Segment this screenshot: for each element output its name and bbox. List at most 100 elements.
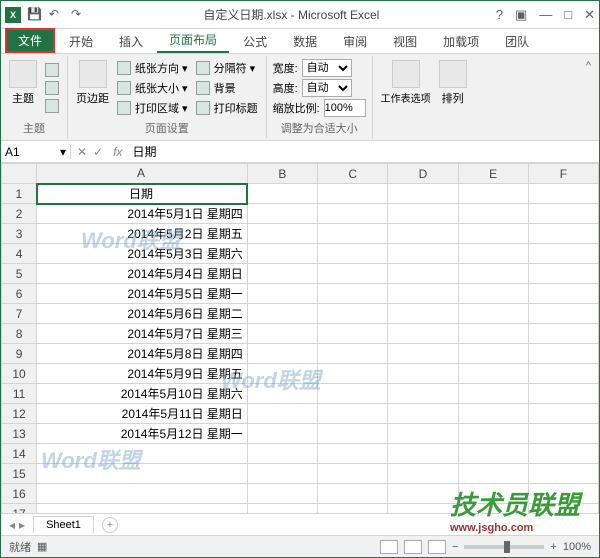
cell[interactable]	[528, 344, 598, 364]
tab-team[interactable]: 团队	[493, 30, 541, 53]
cell[interactable]	[388, 284, 458, 304]
cell[interactable]	[318, 364, 388, 384]
row-header[interactable]: 11	[2, 384, 37, 404]
cell[interactable]	[388, 224, 458, 244]
cell[interactable]	[318, 424, 388, 444]
cell[interactable]	[388, 504, 458, 514]
redo-icon[interactable]: ↷	[71, 7, 87, 23]
row-header[interactable]: 5	[2, 264, 37, 284]
cell[interactable]: 2014年5月9日 星期五	[37, 364, 248, 384]
print-titles-button[interactable]: 打印标题	[194, 99, 260, 117]
row-header[interactable]: 2	[2, 204, 37, 224]
cell[interactable]	[247, 504, 317, 514]
maximize-icon[interactable]: □	[564, 7, 572, 22]
cell[interactable]	[318, 304, 388, 324]
cell[interactable]	[528, 244, 598, 264]
cell[interactable]: 2014年5月12日 星期一	[37, 424, 248, 444]
cell[interactable]	[528, 464, 598, 484]
ribbon-options-icon[interactable]: ▣	[515, 7, 527, 23]
sheet-options-button[interactable]: 工作表选项	[379, 58, 433, 136]
cell[interactable]	[318, 184, 388, 204]
tab-nav-last-icon[interactable]: ▸	[19, 518, 25, 532]
row-header[interactable]: 17	[2, 504, 37, 514]
row-header[interactable]: 12	[2, 404, 37, 424]
cell[interactable]	[388, 304, 458, 324]
cell[interactable]	[458, 224, 528, 244]
cell[interactable]: 2014年5月1日 星期四	[37, 204, 248, 224]
cell[interactable]	[247, 324, 317, 344]
cell[interactable]	[528, 184, 598, 204]
cell[interactable]: 2014年5月4日 星期日	[37, 264, 248, 284]
select-all-corner[interactable]	[2, 164, 37, 184]
tab-formulas[interactable]: 公式	[231, 30, 279, 53]
page-layout-view-button[interactable]	[404, 540, 422, 554]
background-button[interactable]: 背景	[194, 79, 260, 97]
col-header-f[interactable]: F	[528, 164, 598, 184]
fx-icon[interactable]: fx	[109, 145, 126, 159]
cell[interactable]	[318, 264, 388, 284]
width-select[interactable]: 自动	[302, 59, 352, 77]
col-header-c[interactable]: C	[318, 164, 388, 184]
cell[interactable]	[318, 224, 388, 244]
tab-insert[interactable]: 插入	[107, 30, 155, 53]
tab-file[interactable]: 文件	[5, 28, 55, 53]
zoom-out-button[interactable]: −	[452, 541, 458, 553]
cell[interactable]: 2014年5月10日 星期六	[37, 384, 248, 404]
collapse-ribbon-icon[interactable]: ^	[578, 56, 599, 138]
cell[interactable]	[458, 304, 528, 324]
cell[interactable]	[528, 304, 598, 324]
cell[interactable]	[458, 264, 528, 284]
cell[interactable]	[247, 424, 317, 444]
row-header[interactable]: 15	[2, 464, 37, 484]
help-icon[interactable]: ?	[496, 7, 503, 22]
effects-button[interactable]	[43, 98, 61, 114]
colors-button[interactable]	[43, 62, 61, 78]
cell[interactable]	[528, 384, 598, 404]
cell[interactable]	[247, 344, 317, 364]
cell[interactable]	[247, 444, 317, 464]
col-header-e[interactable]: E	[458, 164, 528, 184]
cell[interactable]	[388, 464, 458, 484]
cell[interactable]	[388, 364, 458, 384]
row-header[interactable]: 6	[2, 284, 37, 304]
col-header-d[interactable]: D	[388, 164, 458, 184]
cell[interactable]	[388, 204, 458, 224]
themes-button[interactable]: 主题	[7, 58, 39, 118]
macro-icon[interactable]: ▦	[37, 540, 47, 553]
row-header[interactable]: 13	[2, 424, 37, 444]
height-select[interactable]: 自动	[302, 79, 352, 97]
cell[interactable]	[247, 304, 317, 324]
print-area-button[interactable]: 打印区域 ▾	[115, 99, 190, 117]
cell[interactable]	[318, 504, 388, 514]
cell[interactable]	[247, 404, 317, 424]
enter-icon[interactable]: ✓	[93, 145, 103, 159]
worksheet[interactable]: A B C D E F 1日期22014年5月1日 星期四32014年5月2日 …	[1, 163, 599, 513]
cancel-icon[interactable]: ✕	[77, 145, 87, 159]
page-break-view-button[interactable]	[428, 540, 446, 554]
cell[interactable]	[458, 464, 528, 484]
tab-nav-first-icon[interactable]: ◂	[9, 518, 15, 532]
close-icon[interactable]: ✕	[584, 7, 595, 23]
cell[interactable]	[528, 364, 598, 384]
cell[interactable]	[388, 184, 458, 204]
cell[interactable]	[528, 324, 598, 344]
cell[interactable]	[247, 224, 317, 244]
cell[interactable]	[458, 204, 528, 224]
cell[interactable]: 2014年5月7日 星期三	[37, 324, 248, 344]
cell[interactable]	[458, 324, 528, 344]
tab-data[interactable]: 数据	[281, 30, 329, 53]
cell[interactable]	[528, 404, 598, 424]
cell[interactable]: 2014年5月6日 星期二	[37, 304, 248, 324]
cell[interactable]	[318, 464, 388, 484]
scale-input[interactable]	[324, 99, 366, 117]
tab-addins[interactable]: 加载项	[431, 30, 491, 53]
row-header[interactable]: 4	[2, 244, 37, 264]
minimize-icon[interactable]: —	[539, 7, 552, 22]
row-header[interactable]: 7	[2, 304, 37, 324]
add-sheet-button[interactable]: +	[102, 517, 118, 533]
row-header[interactable]: 10	[2, 364, 37, 384]
cell[interactable]	[388, 404, 458, 424]
cell[interactable]	[458, 424, 528, 444]
cell[interactable]	[528, 224, 598, 244]
cell[interactable]: 2014年5月8日 星期四	[37, 344, 248, 364]
